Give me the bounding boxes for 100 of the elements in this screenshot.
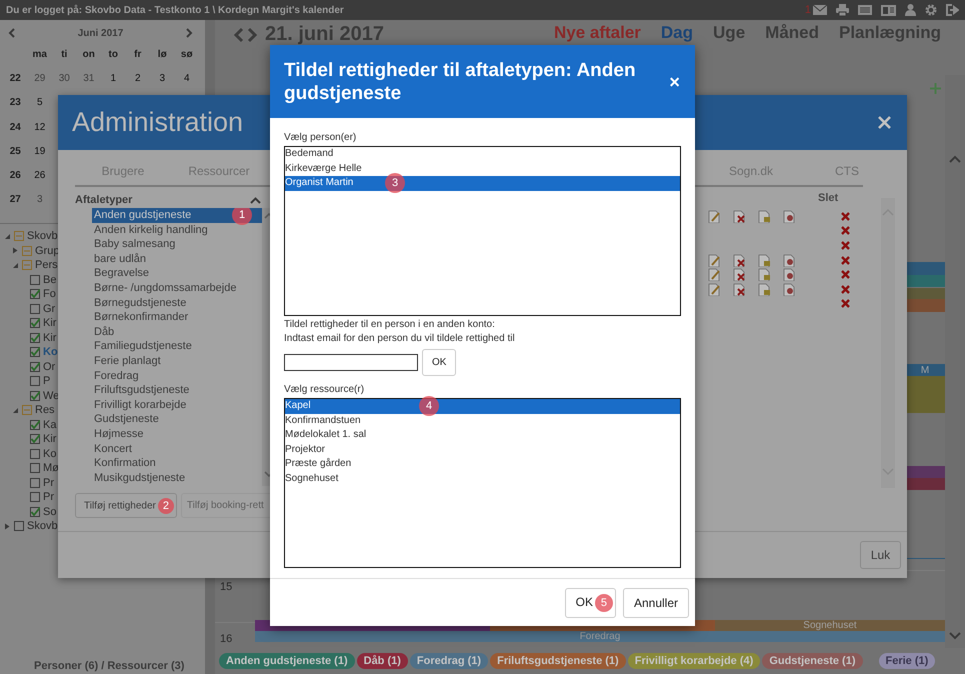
list-option[interactable]: Bedemand — [285, 147, 680, 162]
mail-icon[interactable] — [813, 5, 827, 15]
tree-item-label[interactable]: Gr — [43, 302, 56, 315]
tree-item-label[interactable]: P — [43, 375, 50, 388]
calendar-event[interactable]: Sognehuset — [715, 620, 945, 631]
list-option[interactable]: Præste gården — [285, 457, 680, 472]
collapse-arrow-icon[interactable] — [4, 232, 11, 240]
delete-icon[interactable] — [840, 240, 850, 250]
tree-item-label[interactable]: Ka — [43, 418, 56, 431]
next-day-icon[interactable] — [247, 26, 258, 42]
email-field[interactable] — [284, 354, 418, 371]
previous-month-icon[interactable] — [8, 28, 15, 38]
tree-item-label[interactable]: Kir — [43, 433, 56, 446]
legend-tag[interactable]: Friluftsgudstjeneste (1) — [490, 653, 626, 669]
legend-tag[interactable]: Ferie (1) — [878, 653, 936, 669]
tree-item-label[interactable]: We — [43, 390, 60, 402]
tree-item-label[interactable]: Kir — [43, 317, 56, 330]
checkbox[interactable] — [30, 332, 40, 343]
tree-item-label[interactable]: Be — [43, 274, 56, 286]
tree-item-label[interactable]: Ko — [43, 448, 56, 460]
list-card-icon[interactable] — [858, 5, 872, 15]
collapse-arrow-icon[interactable] — [12, 262, 19, 269]
checkbox[interactable] — [30, 492, 40, 502]
list-item[interactable]: Anden kirkelig handling — [92, 222, 262, 238]
checkbox[interactable] — [30, 274, 40, 285]
delete-icon[interactable] — [840, 226, 850, 236]
list-item[interactable]: Begravelse — [92, 266, 262, 281]
list-item[interactable]: Frivilligt korarbejde — [92, 398, 262, 412]
close-button[interactable]: Luk — [860, 541, 901, 569]
list-item[interactable]: Anden gudstjeneste 1 — [92, 208, 262, 223]
checkbox[interactable] — [30, 390, 40, 401]
ok-button[interactable]: OK — [422, 349, 456, 376]
resource-listbox[interactable]: Kapel 4 Konfirmandstuen Mødelokalet 1. sal Projektor Præste gården Sognehuset — [284, 398, 681, 568]
calendar-day[interactable]: 19 — [28, 146, 52, 157]
checkbox[interactable] — [30, 463, 40, 474]
calendar-day[interactable]: 1 — [101, 72, 126, 84]
calendar-day[interactable]: 2 — [126, 72, 150, 84]
logout-icon[interactable] — [946, 4, 959, 16]
list-option[interactable]: Mødelokalet 1. sal — [285, 428, 680, 442]
list-item[interactable]: Børne- /ungdomssamarbejde — [92, 280, 262, 296]
delete-icon[interactable] — [840, 212, 850, 221]
list-item[interactable]: Foredrag — [92, 368, 262, 384]
calendar-event[interactable] — [905, 466, 945, 478]
checkbox[interactable] — [30, 448, 40, 459]
list-option[interactable]: Kirkeværge Helle — [285, 162, 680, 176]
list-item[interactable]: Familiegudstjeneste — [92, 339, 262, 354]
delete-icon[interactable] — [840, 299, 850, 308]
print-icon[interactable] — [836, 4, 849, 16]
legend-tag[interactable]: Foredrag (1) — [410, 653, 488, 669]
legend-tag[interactable]: Gudstjeneste (1) — [762, 653, 862, 669]
checkbox[interactable] — [30, 289, 40, 300]
tree-item-label[interactable]: Pers — [35, 259, 58, 272]
next-month-icon[interactable] — [186, 28, 193, 38]
action-button[interactable]: Tilføj rettigheder 2 — [75, 493, 177, 518]
list-item[interactable]: Dåb — [92, 324, 262, 340]
list-option[interactable]: Projektor — [285, 442, 680, 457]
expand-arrow-icon[interactable] — [4, 522, 11, 530]
collapse-arrow-icon[interactable] — [12, 406, 19, 414]
calendar-event[interactable] — [905, 262, 945, 275]
expand-arrow-icon[interactable] — [12, 247, 19, 254]
list-item[interactable]: Baby salmesang — [92, 237, 262, 252]
tree-item-label[interactable]: Fo — [43, 288, 56, 300]
list-item[interactable]: Konfirmation — [92, 456, 262, 471]
dialog-button[interactable]: Annuller — [622, 588, 689, 618]
list-item[interactable]: Ferie planlagt — [92, 354, 262, 369]
checkbox[interactable] — [30, 506, 40, 517]
calendar-day[interactable]: 29 — [28, 72, 52, 84]
checkbox[interactable] — [14, 521, 24, 532]
calendar-day[interactable]: 30 — [52, 72, 76, 84]
tree-item-label[interactable]: Skovb — [27, 230, 58, 242]
delete-icon[interactable] — [840, 284, 850, 294]
calendar-day[interactable]: 5 — [28, 97, 52, 108]
calendar-day[interactable]: 31 — [76, 72, 101, 84]
calendar-day[interactable]: 3 — [28, 194, 52, 206]
list-option[interactable]: Sognehuset — [285, 472, 680, 486]
list-option[interactable]: Organist Martin 3 — [285, 176, 680, 190]
id-card-icon[interactable] — [881, 4, 896, 16]
tree-item-label[interactable]: Ko — [43, 346, 58, 358]
checkbox[interactable] — [30, 434, 40, 444]
checkbox[interactable] — [30, 304, 40, 314]
calendar-day[interactable]: 26 — [28, 170, 52, 182]
list-item[interactable]: bare udlån — [92, 252, 262, 266]
calendar-event[interactable]: M — [905, 364, 945, 376]
calendar-day[interactable]: 12 — [28, 122, 52, 133]
list-item[interactable]: Friluftsgudstjeneste — [92, 383, 262, 398]
collapse-icon[interactable] — [250, 196, 261, 204]
calendar-day[interactable]: 4 — [174, 72, 199, 84]
list-item[interactable]: Børnegudstjeneste — [92, 296, 262, 310]
list-item[interactable]: Gudstjeneste — [92, 412, 262, 427]
tree-item-label[interactable]: Pr — [43, 491, 54, 504]
tree-item-label[interactable]: Mø — [43, 462, 59, 474]
settings-icon[interactable] — [925, 4, 937, 16]
tree-item-label[interactable]: Kir — [43, 332, 56, 344]
list-item[interactable]: Musikgudstjeneste — [92, 470, 262, 486]
checkbox[interactable] — [30, 376, 40, 386]
user-icon[interactable] — [905, 4, 916, 16]
person-listbox[interactable]: Bedemand Kirkeværge Helle Organist Martin 3 — [284, 146, 681, 316]
calendar-event[interactable] — [905, 288, 945, 299]
tree-item-label[interactable]: So — [43, 506, 56, 518]
calendar-event[interactable] — [905, 376, 945, 413]
